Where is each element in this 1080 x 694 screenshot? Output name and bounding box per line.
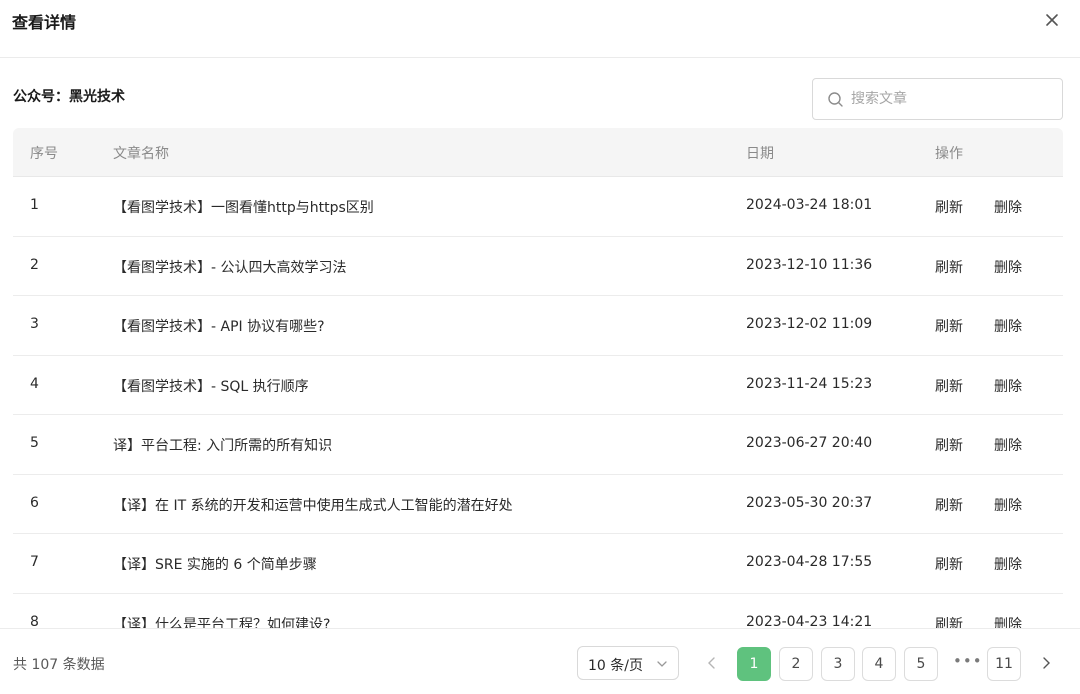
page-button-2[interactable]: 2: [779, 647, 813, 681]
article-title: 【看图学技术】- API 协议有哪些?: [113, 319, 325, 335]
table-row: 7 【译】SRE 实施的 6 个简单步骤 2023-04-28 17:55 刷新 删除: [13, 534, 1063, 594]
prev-page-button[interactable]: [696, 647, 728, 679]
article-title: 【译】SRE 实施的 6 个简单步骤: [113, 557, 317, 573]
page-button-4[interactable]: 4: [862, 647, 896, 681]
total-count: 共 107 条数据: [13, 657, 105, 673]
article-title: 【看图学技术】- 公认四大高效学习法: [113, 259, 347, 276]
page-size-value: 10 条/页: [588, 658, 643, 674]
articles-table: 序号 文章名称 日期 操作 1 【看图学技术】一图看懂http与https区别 20…: [13, 128, 1063, 653]
refresh-button[interactable]: 刷新: [935, 495, 963, 515]
pagination-bar: 共 107 条数据 10 条/页 1 2 3 4 5 ••• 11: [0, 628, 1080, 694]
refresh-button[interactable]: 刷新: [935, 316, 963, 336]
modal-title: 查看详情: [12, 13, 77, 32]
column-header-no: 序号: [30, 146, 58, 162]
modal-header: 查看详情: [0, 0, 1080, 58]
table-row: 2 【看图学技术】- 公认四大高效学习法 2023-12-10 11:36 刷新 删除: [13, 237, 1063, 296]
row-number: 7: [30, 554, 39, 570]
search-box[interactable]: [812, 78, 1063, 120]
article-title: 【看图学技术】一图看懂http与https区别: [113, 200, 374, 216]
table-row: 6 【译】在 IT 系统的开发和运营中使用生成式人工智能的潜在好处 2023-05-…: [13, 475, 1063, 534]
page-ellipsis[interactable]: •••: [953, 652, 983, 670]
article-title: 译】平台工程: 入门所需的所有知识: [113, 438, 333, 454]
column-header-date: 日期: [746, 146, 774, 162]
row-number: 3: [30, 316, 39, 332]
search-icon: [828, 92, 843, 107]
delete-button[interactable]: 删除: [994, 376, 1022, 396]
delete-button[interactable]: 删除: [994, 316, 1022, 336]
account-label: 公众号：黑光技术: [13, 89, 125, 105]
table-row: 5 译】平台工程: 入门所需的所有知识 2023-06-27 20:40 刷新 删除: [13, 415, 1063, 475]
article-date: 2024-03-24 18:01: [746, 197, 873, 213]
table-row: 1 【看图学技术】一图看懂http与https区别 2024-03-24 18:01…: [13, 177, 1063, 237]
refresh-button[interactable]: 刷新: [935, 257, 963, 277]
page-button-5[interactable]: 5: [904, 647, 938, 681]
next-page-button[interactable]: [1030, 647, 1062, 679]
row-number: 4: [30, 375, 39, 392]
row-number: 6: [30, 494, 39, 511]
refresh-button[interactable]: 刷新: [935, 554, 963, 574]
article-date: 2023-11-24 15:23: [746, 375, 873, 392]
delete-button[interactable]: 删除: [994, 495, 1022, 515]
article-date: 2023-12-10 11:36: [746, 256, 873, 273]
table-row: 3 【看图学技术】- API 协议有哪些? 2023-12-02 11:09 刷新 删除: [13, 296, 1063, 356]
table-header: 序号 文章名称 日期 操作: [13, 128, 1063, 177]
close-icon[interactable]: [1040, 8, 1064, 32]
article-date: 2023-12-02 11:09: [746, 316, 873, 332]
chevron-right-icon: [1043, 657, 1050, 669]
delete-button[interactable]: 删除: [994, 257, 1022, 277]
table-row: 4 【看图学技术】- SQL 执行顺序 2023-11-24 15:23 刷新 删除: [13, 356, 1063, 415]
page-button-1[interactable]: 1: [737, 647, 771, 681]
row-number: 2: [30, 256, 39, 273]
refresh-button[interactable]: 刷新: [935, 435, 963, 455]
page-size-select[interactable]: 10 条/页: [577, 646, 679, 680]
article-title: 【看图学技术】- SQL 执行顺序: [113, 378, 309, 395]
table-body: 1 【看图学技术】一图看懂http与https区别 2024-03-24 18:01…: [13, 177, 1063, 653]
page-button-3[interactable]: 3: [821, 647, 855, 681]
chevron-left-icon: [708, 657, 715, 669]
page-button-last[interactable]: 11: [987, 647, 1021, 681]
chevron-down-icon: [657, 661, 667, 667]
article-title: 【译】在 IT 系统的开发和运营中使用生成式人工智能的潜在好处: [113, 497, 513, 514]
row-number: 5: [30, 435, 39, 451]
refresh-button[interactable]: 刷新: [935, 197, 963, 217]
article-date: 2023-05-30 20:37: [746, 494, 873, 511]
search-input[interactable]: [851, 87, 1051, 111]
row-number: 1: [30, 197, 39, 213]
article-date: 2023-06-27 20:40: [746, 435, 873, 451]
refresh-button[interactable]: 刷新: [935, 376, 963, 396]
delete-button[interactable]: 删除: [994, 197, 1022, 217]
delete-button[interactable]: 删除: [994, 435, 1022, 455]
column-header-name: 文章名称: [113, 146, 169, 162]
article-date: 2023-04-28 17:55: [746, 554, 873, 570]
column-header-actions: 操作: [935, 146, 963, 162]
delete-button[interactable]: 删除: [994, 554, 1022, 574]
